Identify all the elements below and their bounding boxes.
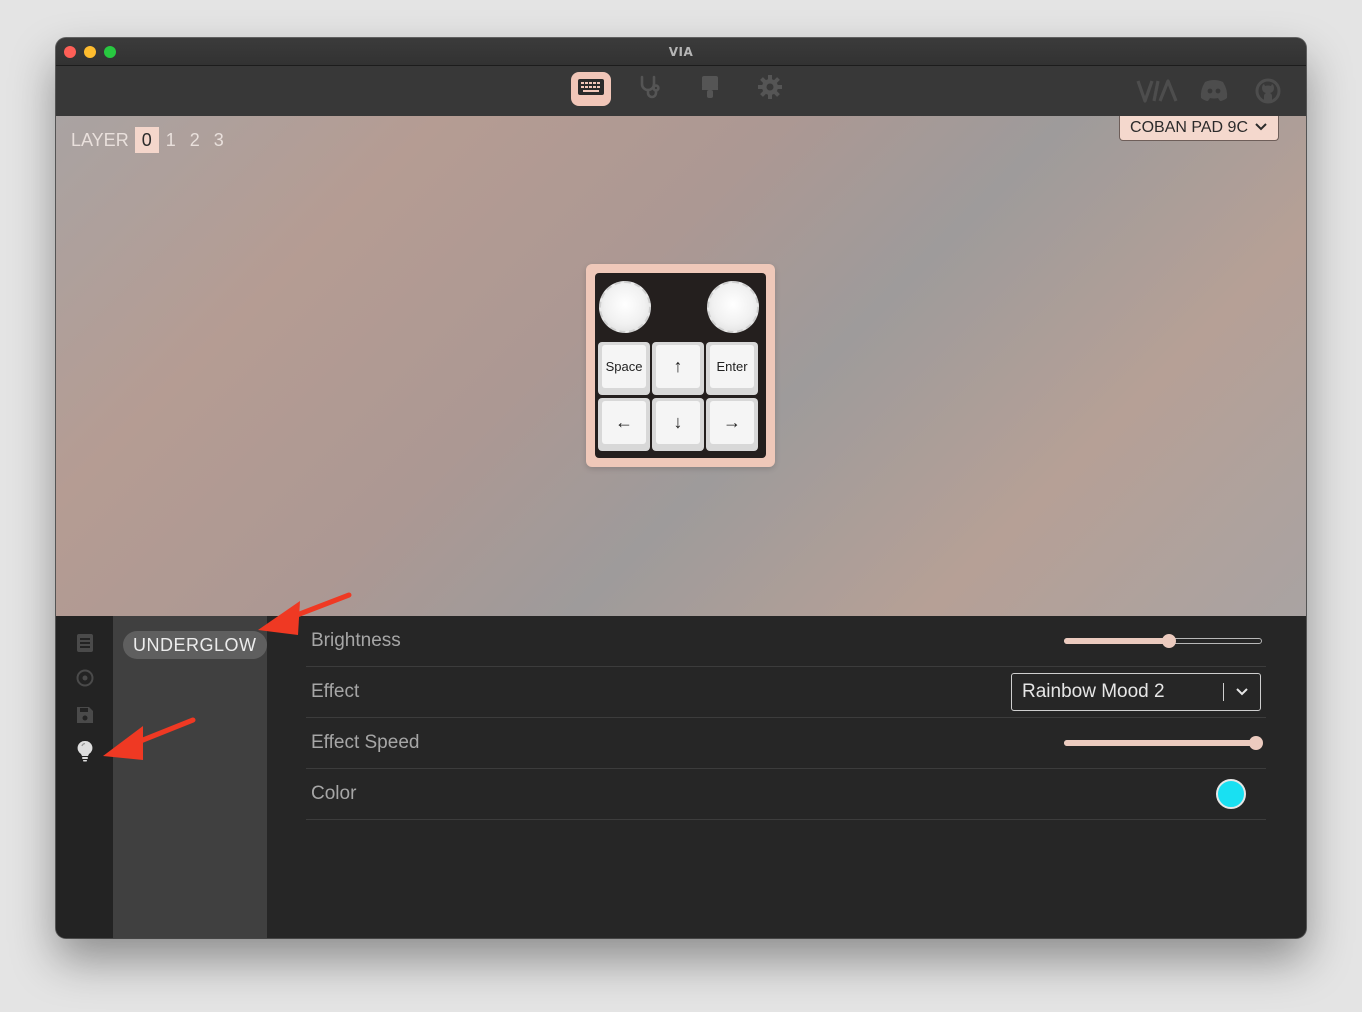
underglow-menu-item[interactable]: UNDERGLOW [123, 631, 267, 659]
via-window: VIA LAYER 0 1 2 3 COBAN PAD 9C Space ↑ E… [56, 38, 1306, 938]
via-logo[interactable] [1136, 78, 1180, 104]
layer-1-button[interactable]: 1 [159, 130, 183, 151]
effect-speed-row: Effect Speed [306, 718, 1266, 769]
config-panel: UNDERGLOW Brightness Effect Rainbow Mood… [56, 616, 1306, 938]
color-picker-swatch[interactable] [1216, 779, 1246, 809]
key-left[interactable]: ← [598, 398, 650, 451]
gear-icon [757, 74, 783, 104]
lighting-submenu: UNDERGLOW [113, 616, 267, 938]
chevron-down-icon [1254, 119, 1268, 137]
effect-label: Effect [311, 681, 360, 702]
keymap-icon[interactable] [74, 632, 96, 654]
device-selector[interactable]: COBAN PAD 9C [1119, 116, 1279, 141]
keyboard-plate: Space ↑ Enter ← ↓ → [595, 273, 766, 458]
key-label: → [710, 401, 754, 444]
layer-label: LAYER [71, 129, 129, 150]
encoder-knob-right[interactable] [707, 281, 759, 333]
main-toolbar [56, 66, 1306, 116]
slider-fill [1064, 638, 1169, 644]
layer-0-button[interactable]: 0 [134, 127, 159, 153]
brightness-slider[interactable] [1064, 631, 1262, 651]
paintbrush-icon [699, 74, 721, 104]
lightbulb-icon[interactable] [74, 740, 96, 762]
effect-dropdown[interactable]: Rainbow Mood 2 [1011, 673, 1261, 711]
keyboard-canvas: LAYER 0 1 2 3 COBAN PAD 9C Space ↑ Enter… [56, 116, 1306, 616]
layer-2-button[interactable]: 2 [183, 130, 207, 151]
config-sidebar [56, 616, 113, 938]
macro-icon[interactable] [74, 667, 96, 689]
key-down[interactable]: ↓ [652, 398, 704, 451]
color-row: Color [306, 769, 1266, 820]
test-tab[interactable] [630, 72, 670, 106]
keyboard-icon [577, 78, 605, 100]
title-bar: VIA [56, 38, 1306, 66]
key-label: ↓ [656, 401, 700, 444]
design-tab[interactable] [690, 72, 730, 106]
brightness-row: Brightness [306, 616, 1266, 667]
lighting-settings: Brightness Effect Rainbow Mood 2 Effect … [306, 616, 1266, 820]
slider-thumb[interactable] [1161, 634, 1176, 648]
layer-selector: LAYER 0 1 2 3 [71, 127, 231, 153]
settings-tab[interactable] [750, 72, 790, 106]
configure-tab[interactable] [571, 72, 611, 106]
key-right[interactable]: → [706, 398, 758, 451]
discord-icon[interactable] [1199, 78, 1229, 102]
effect-value: Rainbow Mood 2 [1022, 681, 1165, 702]
keyboard-layout: Space ↑ Enter ← ↓ → [586, 264, 775, 467]
brightness-label: Brightness [311, 630, 401, 651]
window-title: VIA [668, 45, 694, 59]
slider-thumb[interactable] [1249, 736, 1264, 750]
effect-speed-label: Effect Speed [311, 732, 420, 753]
chevron-down-icon[interactable] [1224, 687, 1260, 697]
key-enter[interactable]: Enter [706, 342, 758, 395]
color-label: Color [311, 783, 357, 804]
layer-3-button[interactable]: 3 [207, 130, 231, 151]
slider-fill [1064, 740, 1257, 746]
github-icon[interactable] [1255, 78, 1281, 104]
effect-row: Effect Rainbow Mood 2 [306, 667, 1266, 718]
key-label: Enter [710, 345, 754, 388]
key-label: Space [602, 345, 646, 388]
effect-speed-slider[interactable] [1064, 733, 1264, 753]
encoder-knob-left[interactable] [599, 281, 651, 333]
key-label: ↑ [656, 345, 700, 388]
key-label: ← [602, 401, 646, 444]
save-icon[interactable] [74, 704, 96, 726]
key-space[interactable]: Space [598, 342, 650, 395]
stethoscope-icon [637, 74, 663, 104]
device-name: COBAN PAD 9C [1130, 119, 1248, 136]
key-up[interactable]: ↑ [652, 342, 704, 395]
